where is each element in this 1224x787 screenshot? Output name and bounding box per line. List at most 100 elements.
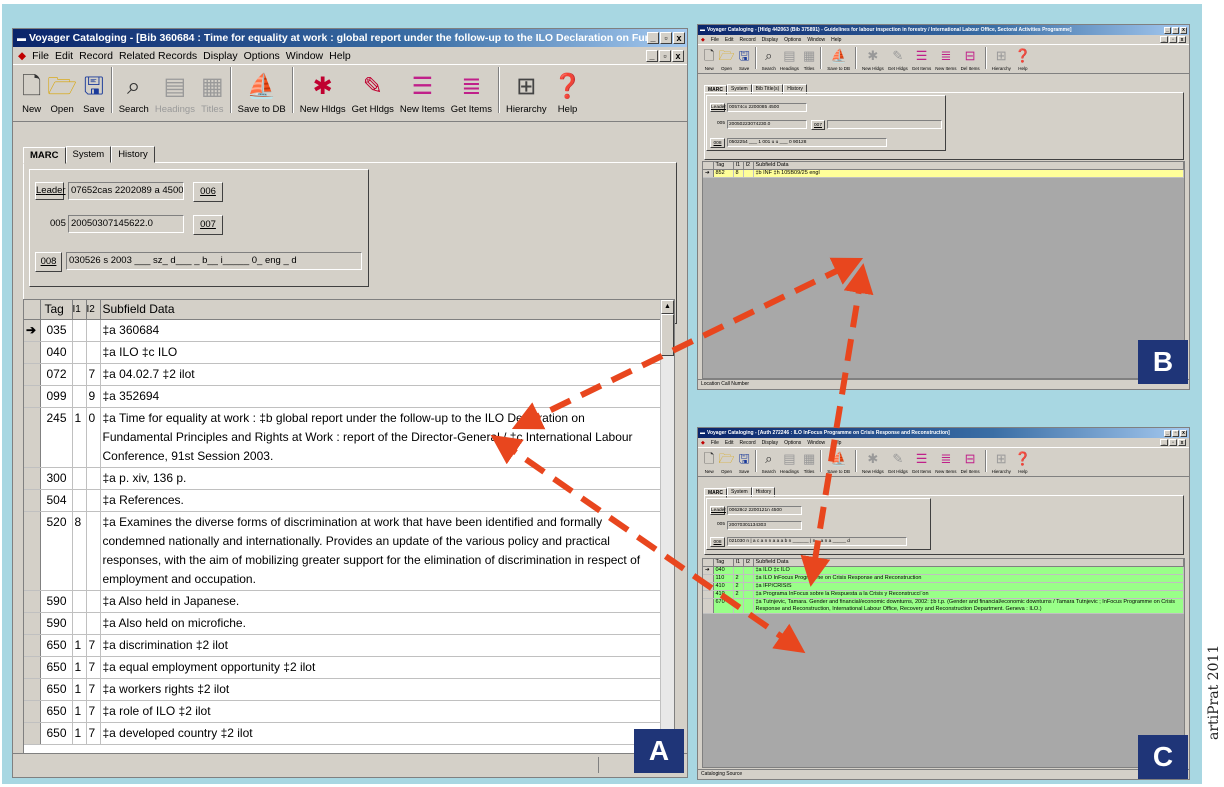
get-hldgs-button[interactable]: ✎ Get Hldgs [886,448,910,474]
column-tag[interactable]: Tag [713,559,734,567]
cell-i2[interactable] [86,612,101,635]
cell-subfield-data[interactable]: ‡a ILO ‡c ILO [753,566,1184,575]
field-005-value[interactable]: 20050223074230.0 [727,120,807,129]
new-button[interactable]: 🗋 New [702,448,716,474]
cell-tag[interactable]: 040 [713,566,734,575]
tab-marc[interactable]: MARC [23,147,66,164]
mdi-minimize-button[interactable]: _ [646,49,658,62]
mdi-minimize-button[interactable]: _ [1160,36,1168,43]
cell-i2[interactable] [743,566,754,575]
leader-field[interactable]: 00628cz 2200121n 4500 [727,506,802,515]
column-i1[interactable]: I1 [733,162,744,170]
close-button[interactable]: x [1180,26,1187,34]
mdi-close-button[interactable]: x [672,49,684,62]
maximize-button[interactable]: ▫ [660,32,672,44]
table-row[interactable]: 650 1 7 ‡a discrimination ‡2 ilot [24,634,674,657]
cell-i1[interactable]: 2 [733,574,744,583]
cell-tag[interactable]: 040 [40,341,73,364]
table-row[interactable]: 590 ‡a Also held on microfiche. [24,612,674,635]
cell-tag[interactable]: 650 [40,634,73,657]
menu-edit[interactable]: Edit [722,440,737,446]
close-button[interactable]: x [1180,429,1187,437]
cell-i1[interactable] [733,598,744,614]
hierarchy-button[interactable]: ⊞ Hierarchy [503,65,550,115]
search-button[interactable]: ⌕ Search [760,45,778,71]
cell-subfield-data[interactable]: ‡a Also held on microfiche. [100,612,674,635]
leader-field[interactable]: 07652cas 2202089 a 4500 [68,182,184,200]
cell-i1[interactable] [72,612,87,635]
table-row[interactable]: 110 2 ‡a ILO InFocus Programme on Crisis R… [703,574,1184,583]
new-hldgs-button[interactable]: ✱ New Hldgs [860,448,886,474]
table-row[interactable]: ➔ 040 ‡a ILO ‡c ILO [703,566,1184,575]
cell-i1[interactable] [72,363,87,386]
cell-subfield-data[interactable]: ‡a workers rights ‡2 ilot [100,678,674,701]
cell-i2[interactable] [743,582,754,591]
cell-tag[interactable]: 650 [40,700,73,723]
titles-button[interactable]: ▦ Titles [801,448,817,474]
del-items-button[interactable]: ⊟ Del Items [959,448,982,474]
menu-help[interactable]: Help [828,440,844,446]
cell-i2[interactable] [86,590,101,613]
cell-subfield-data[interactable]: ‡a role of ILO ‡2 ilot [100,700,674,723]
cell-i1[interactable]: 1 [72,407,87,468]
new-button[interactable]: 🗋 New [19,65,44,115]
open-button[interactable]: 🗁 Open [44,65,80,115]
scroll-up-arrow[interactable]: ▲ [661,300,674,314]
new-items-button[interactable]: ≣ New Items [933,448,958,474]
maximize-button[interactable]: ▫ [1172,429,1179,437]
cell-subfield-data[interactable]: ‡a Programa InFocus sobre la Respuesta a… [753,590,1184,599]
save-to-db-button[interactable]: ⛵ Save to DB [235,65,289,115]
cell-i1[interactable] [72,385,87,408]
column-i1[interactable]: I1 [733,559,744,567]
menu-options[interactable]: Options [781,37,804,43]
cell-subfield-data[interactable]: ‡a Tutnjevic, Tamara. Gender and financi… [753,598,1184,614]
table-row[interactable]: 670 ‡a Tutnjevic, Tamara. Gender and fina… [703,598,1184,614]
cell-i1[interactable]: 8 [733,169,744,178]
table-row[interactable]: 245 1 0 ‡a Time for equality at work : ‡b g… [24,407,674,468]
cell-subfield-data[interactable]: ‡a 352694 [100,385,674,408]
menu-display[interactable]: Display [759,440,781,446]
titles-button[interactable]: ▦ Titles [198,65,227,115]
column-subfield-data[interactable]: Subfield Data [753,559,1184,567]
field-008-button[interactable]: 008 [35,252,62,272]
new-holdings-button[interactable]: ✱ New Hldgs [297,65,349,115]
menu-related-records[interactable]: Related Records [116,50,200,62]
cell-tag[interactable]: 110 [713,574,734,583]
table-row[interactable]: 520 8 ‡a Examines the diverse forms of dis… [24,511,674,591]
cell-i1[interactable]: 1 [72,722,87,745]
menu-record[interactable]: Record [76,50,116,62]
column-subfield-data[interactable]: Subfield Data [100,300,674,320]
menu-record[interactable]: Record [737,440,759,446]
menu-display[interactable]: Display [200,50,240,62]
cell-i1[interactable] [72,341,87,364]
save-to-db-button[interactable]: ⛵ Save to DB [825,45,852,71]
cell-subfield-data[interactable]: ‡a Also held in Japanese. [100,590,674,613]
table-row[interactable]: 099 9 ‡a 352694 [24,385,674,408]
table-row[interactable]: 590 ‡a Also held in Japanese. [24,590,674,613]
search-button[interactable]: ⌕ Search [116,65,152,115]
cell-tag[interactable]: 099 [40,385,73,408]
column-i2[interactable]: I2 [743,559,754,567]
cell-i2[interactable]: 7 [86,656,101,679]
menu-window[interactable]: Window [804,440,828,446]
menu-edit[interactable]: Edit [52,50,76,62]
column-i2[interactable]: I2 [86,300,101,320]
scroll-thumb[interactable] [661,314,674,356]
cell-tag[interactable]: 245 [40,407,73,468]
table-row[interactable]: ➔ 852 8 ‡b INF ‡h 105B09/25 engl [703,169,1184,178]
table-row[interactable]: 650 1 7 ‡a equal employment opportunity ‡2 … [24,656,674,679]
cell-i2[interactable]: 9 [86,385,101,408]
column-subfield-data[interactable]: Subfield Data [753,162,1184,170]
new-hldgs-button[interactable]: ✱ New Hldgs [860,45,886,71]
get-items-button[interactable]: ☰ Get Items [910,45,934,71]
field-008-button[interactable]: 008 [710,138,725,148]
cell-i1[interactable] [72,467,87,490]
field-005-value[interactable]: 20050307145622.0 [68,215,184,233]
cell-subfield-data[interactable]: ‡a Examines the diverse forms of discrim… [100,511,674,591]
field-007-value[interactable] [827,120,942,129]
cell-tag[interactable]: 852 [713,169,734,178]
help-button[interactable]: ❓ Help [1013,45,1033,71]
cell-i1[interactable]: 1 [72,634,87,657]
mdi-restore-button[interactable]: ▫ [659,49,671,62]
column-tag[interactable]: Tag [713,162,734,170]
